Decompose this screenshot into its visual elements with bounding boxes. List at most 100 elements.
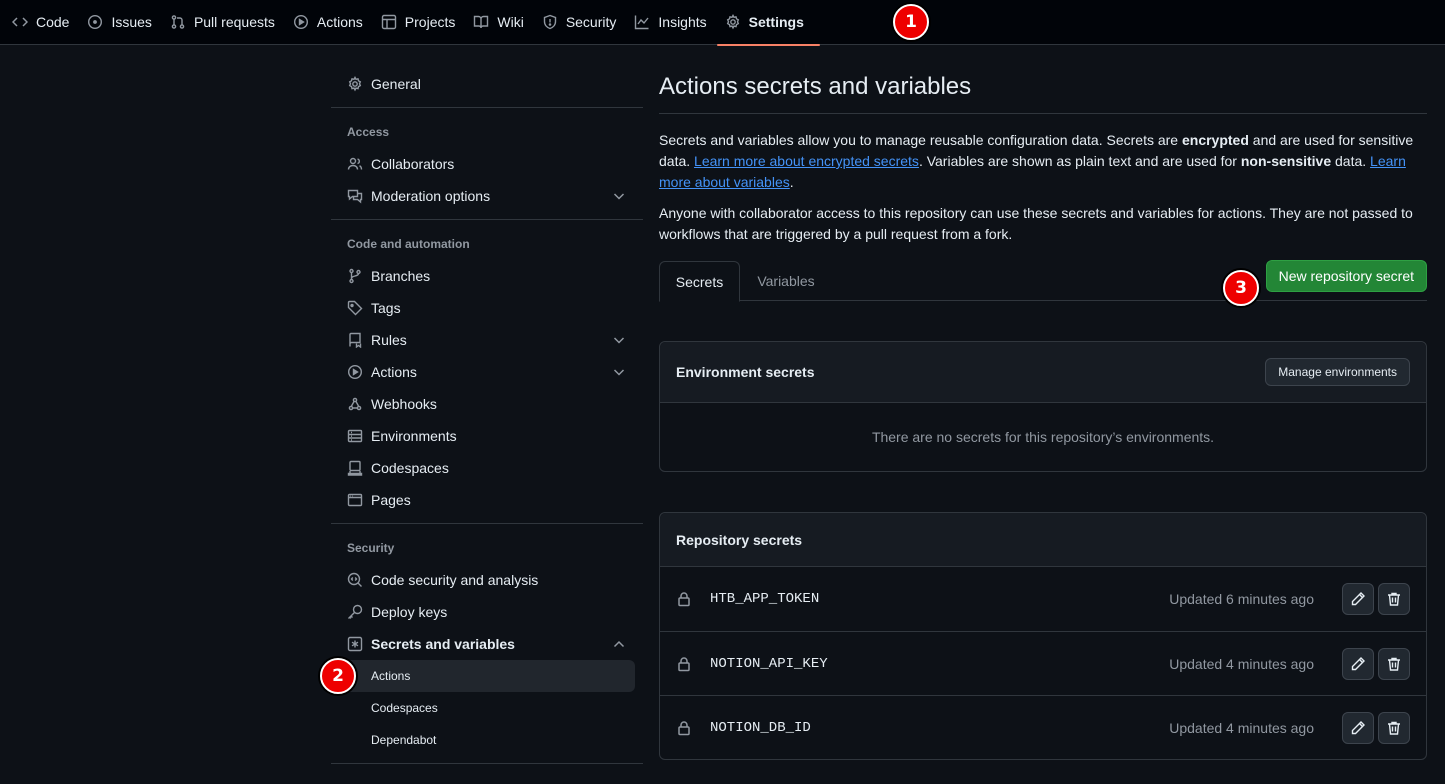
graph-icon <box>634 14 650 30</box>
sidebar-item-branches[interactable]: Branches <box>331 260 643 292</box>
pencil-icon <box>1350 656 1366 672</box>
sidebar-subitem-dependabot[interactable]: Dependabot <box>331 724 635 756</box>
people-icon <box>347 156 363 172</box>
environment-secrets-header: Environment secrets Manage environments <box>660 342 1426 403</box>
sidebar-item-code-security[interactable]: Code security and analysis <box>331 564 643 596</box>
desc-text: . Variables are shown as plain text and … <box>918 153 1241 169</box>
shield-icon <box>542 14 558 30</box>
annotation-badge-1: 1 <box>893 4 929 40</box>
delete-secret-button[interactable] <box>1378 583 1410 615</box>
chevron-down-icon <box>611 364 627 380</box>
secret-row: HTB_APP_TOKEN Updated 6 minutes ago <box>660 567 1426 631</box>
sidebar-item-label: Actions <box>371 364 417 380</box>
repo-push-icon <box>347 332 363 348</box>
tab-code[interactable]: Code <box>4 0 77 45</box>
new-repository-secret-button[interactable]: New repository secret <box>1265 260 1427 292</box>
repo-nav: Code Issues Pull requests Actions Projec… <box>0 0 1445 46</box>
lock-icon <box>676 656 692 672</box>
divider <box>331 107 643 108</box>
sidebar-item-codespaces[interactable]: Codespaces <box>331 452 643 484</box>
secret-name: NOTION_DB_ID <box>710 719 811 736</box>
delete-secret-button[interactable] <box>1378 711 1410 744</box>
environment-secrets-title: Environment secrets <box>676 364 815 380</box>
trash-icon <box>1386 656 1402 672</box>
secret-updated: Updated 4 minutes ago <box>1169 719 1314 736</box>
tab-projects[interactable]: Projects <box>373 0 464 45</box>
manage-environments-button[interactable]: Manage environments <box>1265 358 1410 386</box>
sidebar-item-label: Deploy keys <box>371 604 448 620</box>
sidebar-item-actions[interactable]: Actions <box>331 356 643 388</box>
tab-label: Actions <box>316 14 363 30</box>
sidebar-item-label: Collaborators <box>371 156 455 172</box>
edit-secret-button[interactable] <box>1342 647 1374 680</box>
pencil-icon <box>1350 720 1366 736</box>
tab-settings[interactable]: Settings <box>716 0 821 46</box>
sidebar-item-label: Moderation options <box>371 188 491 204</box>
secret-updated: Updated 4 minutes ago <box>1169 655 1314 672</box>
desc-text: Secrets and variables allow you to manag… <box>659 132 1182 148</box>
repository-secrets-header: Repository secrets <box>660 513 1426 567</box>
edit-secret-button[interactable] <box>1342 583 1374 615</box>
link-encrypted-secrets[interactable]: Learn more about encrypted secrets <box>694 153 919 169</box>
book-icon <box>473 14 489 30</box>
sidebar-item-environments[interactable]: Environments <box>331 420 643 452</box>
tab-pull-requests[interactable]: Pull requests <box>162 0 283 45</box>
trash-icon <box>1386 591 1402 607</box>
sidebar-item-rules[interactable]: Rules <box>331 324 643 356</box>
sidebar-heading-code: Code and automation <box>347 237 470 251</box>
sidebar-subitem-codespaces[interactable]: Codespaces <box>331 692 635 724</box>
sidebar-item-tags[interactable]: Tags <box>331 292 643 324</box>
tab-security[interactable]: Security <box>534 0 625 45</box>
sidebar-item-label: Environments <box>371 428 457 444</box>
sidebar-item-collaborators[interactable]: Collaborators <box>331 148 643 180</box>
chevron-up-icon <box>611 636 627 652</box>
webhook-icon <box>347 396 363 412</box>
key-icon <box>347 604 363 620</box>
page-title: Actions secrets and variables <box>659 68 1427 114</box>
codescan-icon <box>347 572 363 588</box>
desc-text: . <box>789 174 794 190</box>
git-pull-request-icon <box>170 14 186 30</box>
tab-insights[interactable]: Insights <box>626 0 714 45</box>
tab-wiki[interactable]: Wiki <box>465 0 531 45</box>
secret-row: NOTION_DB_ID Updated 4 minutes ago <box>660 695 1426 759</box>
sidebar-item-moderation[interactable]: Moderation options <box>331 180 643 212</box>
issue-opened-icon <box>87 14 103 30</box>
tab-label: Wiki <box>497 14 524 30</box>
sidebar-item-label: Codespaces <box>371 460 449 476</box>
desc-text: data. <box>1331 153 1371 169</box>
tab-issues[interactable]: Issues <box>79 0 159 45</box>
tab-label: Security <box>565 14 617 30</box>
sidebar-heading-access: Access <box>347 125 390 139</box>
sidebar-item-webhooks[interactable]: Webhooks <box>331 388 643 420</box>
pencil-icon <box>1350 591 1366 607</box>
sidebar-item-label: Rules <box>371 332 407 348</box>
secret-name: HTB_APP_TOKEN <box>710 591 820 607</box>
server-icon <box>347 428 363 444</box>
sidebar-item-general[interactable]: General <box>331 68 643 100</box>
delete-secret-button[interactable] <box>1378 647 1410 680</box>
secrets-tabs: Secrets Variables New repository secret <box>659 260 1427 302</box>
gear-icon <box>725 14 741 30</box>
sidebar-item-deploy-keys[interactable]: Deploy keys <box>331 596 643 628</box>
sidebar-item-label: Branches <box>371 268 431 284</box>
sidebar-item-label: Webhooks <box>371 396 437 412</box>
secret-updated: Updated 6 minutes ago <box>1169 591 1314 607</box>
sidebar-item-secrets-and-variables[interactable]: Secrets and variables <box>331 628 643 660</box>
lock-icon <box>676 720 692 736</box>
tab-secrets[interactable]: Secrets <box>659 261 740 302</box>
tab-actions[interactable]: Actions <box>285 0 371 45</box>
edit-secret-button[interactable] <box>1342 711 1374 744</box>
chevron-down-icon <box>611 188 627 204</box>
sidebar-item-pages[interactable]: Pages <box>331 484 643 516</box>
tab-variables[interactable]: Variables <box>740 261 832 301</box>
annotation-badge-3: 3 <box>1223 270 1259 306</box>
main-content: Actions secrets and variables Secrets an… <box>659 68 1427 760</box>
table-icon <box>381 14 397 30</box>
secret-name: NOTION_API_KEY <box>710 655 828 672</box>
description-secrets: Secrets and variables allow you to manag… <box>659 130 1427 193</box>
secret-row: NOTION_API_KEY Updated 4 minutes ago <box>660 631 1426 695</box>
sidebar-subitem-actions[interactable]: Actions <box>331 660 635 692</box>
annotation-badge-2: 2 <box>320 658 356 694</box>
divider <box>331 763 643 764</box>
